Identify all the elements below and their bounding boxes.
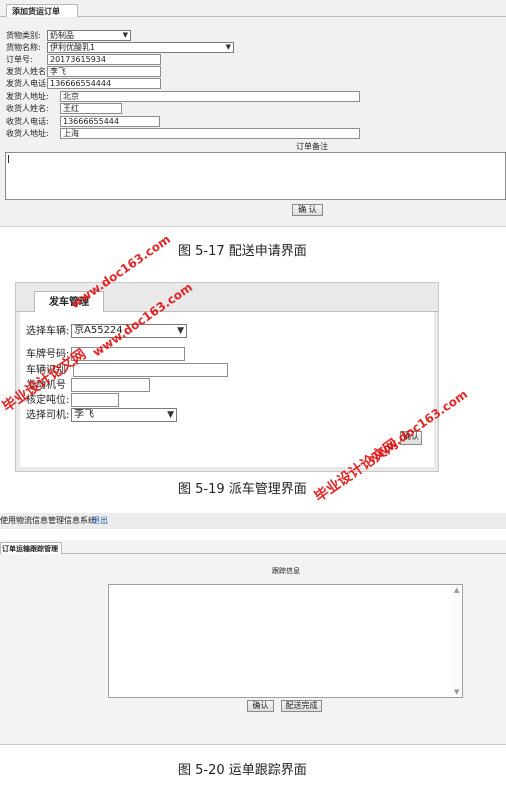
delivery-complete-button[interactable]: 配送完成 <box>281 700 322 712</box>
engine-input[interactable] <box>71 378 150 392</box>
system-title: 使用物流信息管理信息系统 <box>0 516 96 525</box>
label-sender-address: 发货人地址: <box>6 92 49 101</box>
sender-name-input[interactable]: 李飞 <box>47 66 161 77</box>
tracking-panel: 订单运输跟踪管理 跟踪信息 ▲ ▼ 确认 配送完成 <box>0 540 506 745</box>
track-confirm-button[interactable]: 确认 <box>247 700 274 712</box>
label-receiver-phone: 收货人电话: <box>6 117 49 126</box>
label-order-no: 订单号: <box>6 55 33 64</box>
label-sender-name: 发货人姓名: <box>6 67 49 76</box>
tab-order-tracking[interactable]: 订单运输跟踪管理 <box>0 542 62 554</box>
tab-add-order[interactable]: 添加货运订单 <box>6 4 78 17</box>
receiver-phone-input[interactable]: 13666655444 <box>60 116 160 127</box>
label-sender-phone: 发货人电话: <box>6 79 49 88</box>
scroll-up-icon[interactable]: ▲ <box>454 586 459 594</box>
label-driver: 选择司机: <box>26 410 70 421</box>
label-cargo-type: 货物类别: <box>6 31 41 40</box>
chevron-down-icon: ▼ <box>225 43 231 51</box>
label-receiver-address: 收货人地址: <box>6 129 49 138</box>
logout-link[interactable]: 退出 <box>92 516 108 526</box>
chevron-down-icon: ▼ <box>177 326 184 336</box>
remark-label: 订单备注 <box>296 142 328 151</box>
header-bar: 使用物流信息管理信息系统 退出 <box>0 513 506 529</box>
figure-caption-3: 图 5-20 运单跟踪界面 <box>178 763 307 778</box>
track-info-label: 跟踪信息 <box>272 567 300 575</box>
label-vehicle: 选择车辆: <box>26 326 70 337</box>
figure-caption-1: 图 5-17 配送申请界面 <box>178 244 307 259</box>
scrollbar[interactable]: ▲ ▼ <box>452 585 462 697</box>
receiver-address-input[interactable]: 上海 <box>60 128 360 139</box>
receiver-name-input[interactable]: 王红 <box>60 103 122 114</box>
cargo-type-select[interactable]: 奶制品 ▼ <box>47 30 131 41</box>
track-info-textarea[interactable]: ▲ ▼ <box>108 584 463 698</box>
order-no-input[interactable]: 20173615934 <box>47 54 161 65</box>
driver-select[interactable]: 李飞 ▼ <box>71 408 177 422</box>
confirm-button[interactable]: 确 认 <box>292 204 323 216</box>
vin-input[interactable] <box>73 363 228 377</box>
figure-caption-2: 图 5-19 派车管理界面 <box>178 482 307 497</box>
label-cargo-name: 货物名称: <box>6 43 41 52</box>
sender-phone-input[interactable]: 136666554444 <box>47 78 161 89</box>
label-receiver-name: 收货人姓名: <box>6 104 49 113</box>
chevron-down-icon: ▼ <box>167 410 174 420</box>
scroll-down-icon[interactable]: ▼ <box>454 688 459 696</box>
sender-address-input[interactable]: 北京 <box>60 91 360 102</box>
remark-textarea[interactable] <box>5 152 506 200</box>
order-form-panel: 添加货运订单 货物类别: 奶制品 ▼ 货物名称: 伊利优酸乳1 ▼ 订单号: 201… <box>0 0 506 227</box>
chevron-down-icon: ▼ <box>122 31 128 39</box>
cargo-name-select[interactable]: 伊利优酸乳1 ▼ <box>47 42 234 53</box>
tonnage-input[interactable] <box>71 393 119 407</box>
